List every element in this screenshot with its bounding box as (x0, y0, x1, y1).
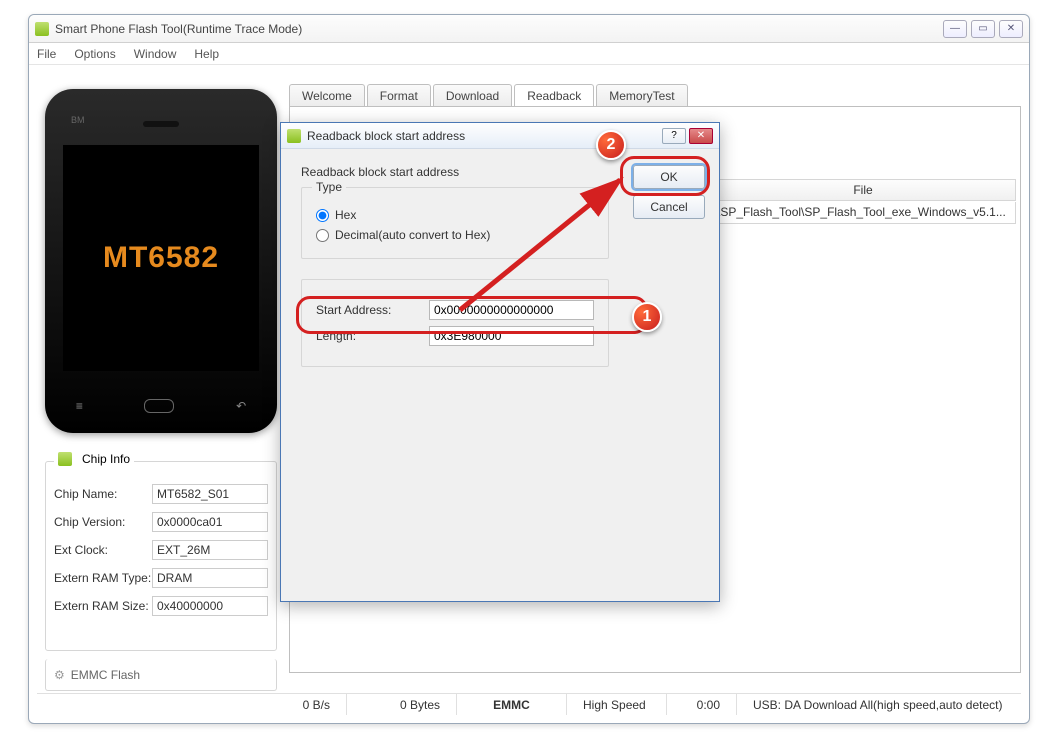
ram-size-value: 0x40000000 (152, 596, 268, 616)
chip-info-title: Chip Info (82, 452, 130, 466)
chip-name-row: Chip Name:MT6582_S01 (54, 484, 268, 504)
emmc-panel: ⚙ EMMC Flash (45, 659, 277, 691)
start-address-input[interactable] (429, 300, 594, 320)
emmc-label: EMMC Flash (71, 668, 140, 682)
radio-decimal[interactable] (316, 229, 329, 242)
start-address-row: Start Address: (316, 300, 594, 320)
readback-dialog: Readback block start address ? ✕ Readbac… (280, 122, 720, 602)
menu-help[interactable]: Help (194, 47, 219, 61)
tab-format[interactable]: Format (367, 84, 431, 107)
tab-readback[interactable]: Readback (514, 84, 594, 108)
phone-brand: BM (71, 115, 85, 125)
chip-info-panel: Chip Info Chip Name:MT6582_S01 Chip Vers… (45, 461, 277, 651)
dialog-icon (287, 129, 301, 143)
tab-download[interactable]: Download (433, 84, 512, 107)
chip-name-label: Chip Name: (54, 487, 152, 501)
menu-options[interactable]: Options (74, 47, 115, 61)
chip-info-header: Chip Info (54, 452, 134, 466)
menu-bar: File Options Window Help (29, 43, 1029, 65)
gear-icon: ⚙ (54, 668, 65, 682)
dialog-title-bar: Readback block start address ? ✕ (281, 123, 719, 149)
ram-type-row: Extern RAM Type:DRAM (54, 568, 268, 588)
tab-welcome[interactable]: Welcome (289, 84, 365, 107)
dialog-buttons: OK Cancel (633, 165, 705, 219)
ext-clock-value: EXT_26M (152, 540, 268, 560)
status-speed: High Speed (567, 694, 667, 715)
menu-soft-icon: ≡ (76, 399, 83, 413)
address-group: Start Address: Length: (301, 279, 609, 367)
app-icon (35, 22, 49, 36)
file-row[interactable]: \SP_Flash_Tool\SP_Flash_Tool_exe_Windows… (710, 202, 1016, 224)
chip-version-label: Chip Version: (54, 515, 152, 529)
close-button[interactable]: ✕ (999, 20, 1023, 38)
phone-nav-buttons: ≡ ↶ (45, 399, 277, 413)
status-bar: 0 B/s 0 Bytes EMMC High Speed 0:00 USB: … (37, 693, 1021, 715)
ok-button[interactable]: OK (633, 165, 705, 189)
dialog-heading: Readback block start address (301, 165, 609, 179)
maximize-button[interactable]: ▭ (971, 20, 995, 38)
length-label: Length: (316, 329, 417, 343)
chip-version-value: 0x0000ca01 (152, 512, 268, 532)
phone-preview: BM MT6582 ≡ ↶ (45, 89, 277, 433)
ext-clock-row: Ext Clock:EXT_26M (54, 540, 268, 560)
status-storage: EMMC (457, 694, 567, 715)
ext-clock-label: Ext Clock: (54, 543, 152, 557)
back-soft-icon: ↶ (236, 399, 246, 413)
radio-hex[interactable] (316, 209, 329, 222)
status-rate: 0 B/s (37, 694, 347, 715)
start-address-label: Start Address: (316, 303, 417, 317)
phone-screen: MT6582 (63, 145, 259, 371)
ram-size-label: Extern RAM Size: (54, 599, 152, 613)
menu-file[interactable]: File (37, 47, 56, 61)
tabs: Welcome Format Download Readback MemoryT… (289, 73, 1021, 107)
radio-decimal-label: Decimal(auto convert to Hex) (335, 228, 490, 242)
chip-version-row: Chip Version:0x0000ca01 (54, 512, 268, 532)
ram-type-value: DRAM (152, 568, 268, 588)
radio-decimal-row[interactable]: Decimal(auto convert to Hex) (316, 228, 594, 242)
ram-size-row: Extern RAM Size:0x40000000 (54, 596, 268, 616)
cancel-button[interactable]: Cancel (633, 195, 705, 219)
radio-hex-row[interactable]: Hex (316, 208, 594, 222)
title-bar: Smart Phone Flash Tool(Runtime Trace Mod… (29, 15, 1029, 43)
home-soft-icon (144, 399, 174, 413)
menu-window[interactable]: Window (134, 47, 177, 61)
status-time: 0:00 (667, 694, 737, 715)
tab-memorytest[interactable]: MemoryTest (596, 84, 687, 107)
ram-type-label: Extern RAM Type: (54, 571, 152, 585)
radio-hex-label: Hex (335, 208, 356, 222)
status-usb: USB: DA Download All(high speed,auto det… (737, 694, 1021, 715)
window-title: Smart Phone Flash Tool(Runtime Trace Mod… (55, 22, 939, 36)
dialog-close-button[interactable]: ✕ (689, 128, 713, 144)
phone-speaker (143, 121, 179, 127)
length-row: Length: (316, 326, 594, 346)
chip-icon (58, 452, 72, 466)
chip-name-value: MT6582_S01 (152, 484, 268, 504)
dialog-title: Readback block start address (307, 129, 659, 143)
dialog-body: Readback block start address Type Hex De… (301, 165, 609, 589)
type-label: Type (312, 180, 346, 194)
length-input[interactable] (429, 326, 594, 346)
phone-model-label: MT6582 (103, 241, 219, 275)
status-bytes: 0 Bytes (347, 694, 457, 715)
file-column-header: File (710, 179, 1016, 201)
minimize-button[interactable]: — (943, 20, 967, 38)
dialog-help-button[interactable]: ? (662, 128, 686, 144)
type-group: Type Hex Decimal(auto convert to Hex) (301, 187, 609, 259)
